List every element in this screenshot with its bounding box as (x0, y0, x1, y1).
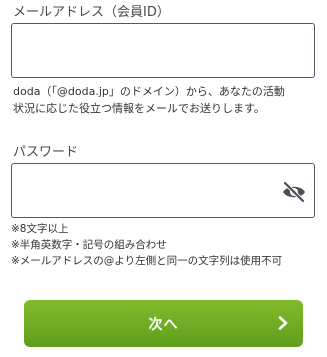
email-input[interactable] (12, 24, 314, 77)
password-rule-3: ※メールアドレスの@より左側と同一の文字列は使用不可 (11, 255, 283, 267)
next-button[interactable]: 次へ (24, 300, 303, 347)
email-hint-line-2: 状況に応じた役立つ情報をメールでお送りします。 (13, 102, 265, 115)
chevron-right-icon (278, 316, 288, 330)
email-field[interactable] (11, 23, 315, 78)
password-rule-1: ※8文字以上 (11, 223, 69, 235)
email-hint-line-1: doda（「@doda.jp」のドメイン）から、あなたの活動 (13, 85, 285, 98)
password-label: パスワード (13, 145, 79, 160)
password-field[interactable] (11, 163, 315, 218)
next-button-label: 次へ (148, 317, 179, 333)
email-label: メールアドレス（会員ID） (13, 5, 170, 20)
password-input[interactable] (12, 164, 314, 217)
eye-slash-icon[interactable] (281, 181, 307, 203)
password-rule-2: ※半角英数字・記号の組み合わせ (11, 239, 167, 251)
